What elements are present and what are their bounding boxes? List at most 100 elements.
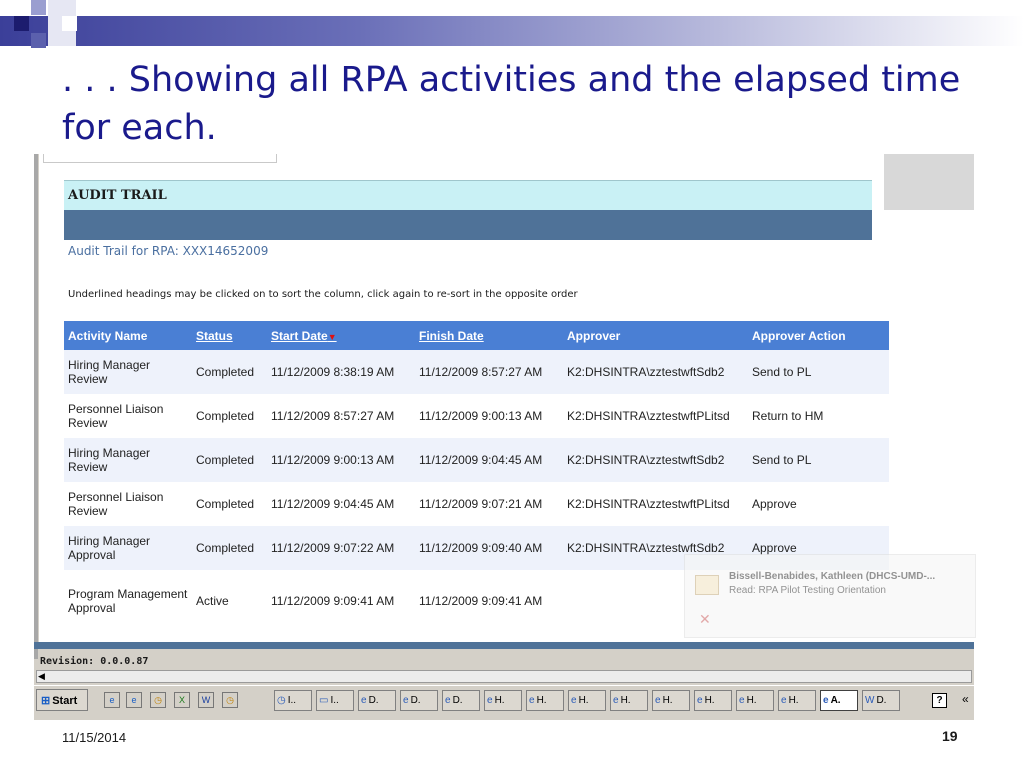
cell-approver: K2:DHSINTRA\zztestwftSdb2 bbox=[563, 350, 748, 394]
decor-square bbox=[62, 16, 77, 31]
taskbar-button-label: H. bbox=[494, 695, 505, 706]
taskbar-button[interactable]: e H. bbox=[694, 690, 732, 711]
revision-label: Revision: 0.0.0.87 bbox=[40, 656, 149, 667]
cell-activity: Hiring Manager Approval bbox=[64, 526, 192, 570]
scroll-left-icon[interactable]: ◀ bbox=[38, 671, 45, 682]
ie-icon: e bbox=[613, 695, 619, 706]
taskbar-button[interactable]: W D. bbox=[862, 690, 900, 711]
taskbar-button-label: I.. bbox=[287, 695, 297, 706]
taskbar-button[interactable]: ◷ I.. bbox=[274, 690, 312, 711]
quicklaunch-ie-icon[interactable]: e bbox=[126, 692, 142, 708]
audit-trail-subtitle: Audit Trail for RPA: XXX14652009 bbox=[68, 244, 269, 258]
cell-action: Approve bbox=[748, 482, 889, 526]
cell-action: Send to PL bbox=[748, 438, 889, 482]
column-header-start-date[interactable]: Start Date▼ bbox=[267, 321, 415, 350]
taskbar-button[interactable]: e H. bbox=[484, 690, 522, 711]
notification-subject: Read: RPA Pilot Testing Orientation bbox=[729, 585, 886, 596]
slide-page-number: 19 bbox=[942, 728, 958, 744]
help-icon[interactable]: ? bbox=[932, 693, 947, 708]
taskbar-button-label: H. bbox=[662, 695, 673, 706]
cell-approver: K2:DHSINTRA\zztestwftPLitsd bbox=[563, 394, 748, 438]
taskbar-button-label: H. bbox=[746, 695, 757, 706]
taskbar-button-active[interactable]: e A. bbox=[820, 690, 858, 711]
taskbar-button[interactable]: e H. bbox=[778, 690, 816, 711]
decor-square bbox=[31, 33, 46, 48]
audit-trail-band bbox=[64, 210, 872, 240]
taskbar-button-label: I.. bbox=[330, 695, 339, 706]
table-row: Hiring Manager Review Completed 11/12/20… bbox=[64, 438, 889, 482]
taskbar-button[interactable]: e D. bbox=[400, 690, 438, 711]
notification-sender: Bissell-Benabides, Kathleen (DHCS-UMD-..… bbox=[729, 571, 936, 582]
column-header-status[interactable]: Status bbox=[192, 321, 267, 350]
taskbar-button[interactable]: e H. bbox=[736, 690, 774, 711]
footer-band bbox=[34, 642, 974, 649]
ie-icon: e bbox=[361, 695, 367, 706]
cell-activity: Hiring Manager Review bbox=[64, 438, 192, 482]
cell-status: Active bbox=[192, 570, 267, 632]
cell-activity: Personnel Liaison Review bbox=[64, 482, 192, 526]
sort-desc-icon: ▼ bbox=[327, 331, 337, 342]
cell-start-date: 11/12/2009 8:57:27 AM bbox=[267, 394, 415, 438]
cell-status: Completed bbox=[192, 394, 267, 438]
folder-icon: ▭ bbox=[319, 695, 329, 706]
taskbar-button-label: D. bbox=[452, 695, 463, 706]
taskbar-button[interactable]: e H. bbox=[526, 690, 564, 711]
taskbar-button[interactable]: e D. bbox=[358, 690, 396, 711]
taskbar-button-label: H. bbox=[578, 695, 589, 706]
taskbar-button-label: H. bbox=[536, 695, 547, 706]
ie-icon: e bbox=[823, 695, 829, 706]
ie-icon: e bbox=[571, 695, 577, 706]
taskbar-button[interactable]: e D. bbox=[442, 690, 480, 711]
cell-action: Return to HM bbox=[748, 394, 889, 438]
taskbar-button-label: D. bbox=[410, 695, 421, 706]
quicklaunch-browser-icon[interactable]: e bbox=[104, 692, 120, 708]
cell-start-date: 11/12/2009 9:00:13 AM bbox=[267, 438, 415, 482]
taskbar-button-label: H. bbox=[704, 695, 715, 706]
close-icon[interactable]: ✕ bbox=[699, 611, 711, 628]
cell-finish-date: 11/12/2009 9:00:13 AM bbox=[415, 394, 563, 438]
taskbar-button[interactable]: e H. bbox=[568, 690, 606, 711]
taskbar-button[interactable]: e H. bbox=[610, 690, 648, 711]
taskbar-button[interactable]: e H. bbox=[652, 690, 690, 711]
cell-activity: Personnel Liaison Review bbox=[64, 394, 192, 438]
windows-logo-icon: ⊞ bbox=[41, 695, 51, 707]
quicklaunch-clock-icon[interactable]: ◷ bbox=[222, 692, 238, 708]
audit-trail-header: AUDIT TRAIL bbox=[64, 180, 872, 210]
cell-activity: Hiring Manager Review bbox=[64, 350, 192, 394]
ie-icon: e bbox=[529, 695, 535, 706]
tray-expand-icon[interactable]: « bbox=[962, 692, 969, 706]
column-header-approver-action: Approver Action bbox=[748, 321, 889, 350]
quicklaunch-excel-icon[interactable]: X bbox=[174, 692, 190, 708]
app-icon: ◷ bbox=[277, 695, 286, 706]
start-button[interactable]: ⊞ Start bbox=[36, 689, 88, 711]
horizontal-scrollbar[interactable]: ◀ bbox=[36, 670, 972, 683]
quicklaunch-clock-icon[interactable]: ◷ bbox=[150, 692, 166, 708]
cell-finish-date: 11/12/2009 9:09:40 AM bbox=[415, 526, 563, 570]
decor-square bbox=[14, 16, 29, 31]
cell-finish-date: 11/12/2009 8:57:27 AM bbox=[415, 350, 563, 394]
table-row: Personnel Liaison Review Completed 11/12… bbox=[64, 394, 889, 438]
word-icon: W bbox=[865, 695, 875, 706]
cell-start-date: 11/12/2009 9:04:45 AM bbox=[267, 482, 415, 526]
window-gutter bbox=[884, 154, 974, 210]
quicklaunch-word-icon[interactable]: W bbox=[198, 692, 214, 708]
ie-icon: e bbox=[739, 695, 745, 706]
ie-icon: e bbox=[445, 695, 451, 706]
cropped-panel bbox=[43, 154, 277, 163]
table-row: Personnel Liaison Review Completed 11/12… bbox=[64, 482, 889, 526]
start-label: Start bbox=[52, 695, 78, 707]
ie-icon: e bbox=[403, 695, 409, 706]
cell-approver: K2:DHSINTRA\zztestwftSdb2 bbox=[563, 438, 748, 482]
slide-title: . . . Showing all RPA activities and the… bbox=[62, 60, 961, 148]
taskbar-button-label: D. bbox=[368, 695, 379, 706]
cell-start-date: 11/12/2009 8:38:19 AM bbox=[267, 350, 415, 394]
taskbar-button[interactable]: ▭ I.. bbox=[316, 690, 354, 711]
decor-square bbox=[31, 0, 46, 15]
envelope-icon bbox=[695, 575, 719, 595]
taskbar-button-label: D. bbox=[876, 695, 887, 706]
cell-activity: Program Management Approval bbox=[64, 570, 192, 632]
email-notification-popup[interactable]: Bissell-Benabides, Kathleen (DHCS-UMD-..… bbox=[684, 554, 976, 638]
title-decoration-bar bbox=[0, 16, 1024, 46]
window-left-edge bbox=[34, 154, 38, 659]
column-header-finish-date[interactable]: Finish Date bbox=[415, 321, 563, 350]
